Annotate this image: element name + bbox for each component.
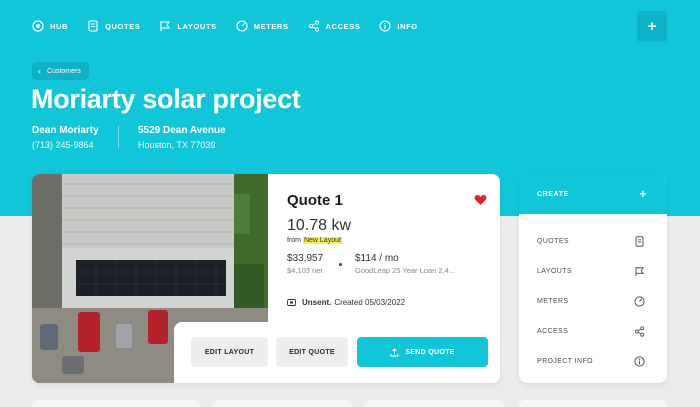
create-header[interactable]: CREATE +	[519, 174, 667, 214]
nav-item-label: QUOTES	[105, 21, 141, 31]
nav-item-label: ACCESS	[325, 21, 361, 31]
create-item-label: METERS	[537, 297, 569, 305]
edit-layout-button[interactable]: EDIT LAYOUT	[191, 337, 268, 367]
flag-icon	[635, 266, 644, 276]
info-icon	[634, 355, 645, 367]
create-item-quotes[interactable]: QUOTES	[519, 226, 667, 256]
breadcrumb-label: Customers	[47, 67, 81, 75]
flag-icon	[160, 21, 171, 31]
quote-title: Quote 1	[287, 192, 343, 209]
nav-item-layouts[interactable]: LAYOUTS	[159, 18, 216, 34]
send-quote-button[interactable]: SEND QUOTE	[357, 337, 488, 367]
contact-divider	[118, 126, 119, 148]
chevron-left-icon: ‹	[38, 66, 41, 76]
customer-address: 5529 Dean Avenue Houston, TX 77039	[138, 125, 226, 150]
mail-icon	[287, 299, 296, 306]
add-button[interactable]: +	[637, 11, 667, 41]
address-line2: Houston, TX 77039	[138, 140, 216, 150]
nav-item-access[interactable]: ACCESS	[308, 18, 361, 34]
separator-dot	[339, 263, 342, 266]
send-quote-label: SEND QUOTE	[405, 348, 455, 356]
next-card-placeholder	[519, 400, 667, 407]
monthly-payment: $114 / mo	[355, 253, 399, 264]
nav-item-label: INFO	[397, 21, 418, 31]
next-card-placeholder	[32, 400, 200, 407]
plus-icon: +	[639, 187, 647, 201]
nav-item-label: METERS	[253, 21, 289, 31]
quote-financing: $114 / mo GoodLeap 25 Year Loan 2.4...	[355, 253, 455, 275]
top-nav: HUB QUOTES LAYOUTS METERS ACCESS INFO	[32, 18, 437, 34]
create-item-access[interactable]: ACCESS	[519, 316, 667, 346]
create-item-label: LAYOUTS	[537, 267, 572, 275]
upload-icon	[390, 347, 399, 356]
price-net: $4,103 net	[287, 266, 323, 275]
status-badge: Unsent.	[302, 298, 332, 307]
hub-icon	[32, 20, 44, 32]
heart-icon[interactable]	[474, 194, 487, 206]
create-item-label: ACCESS	[537, 327, 569, 335]
nav-item-meters[interactable]: METERS	[236, 18, 289, 34]
create-list: QUOTES LAYOUTS METERS ACCESS PROJECT INF…	[519, 214, 667, 376]
quote-price: $33,957 $4,103 net	[287, 253, 323, 275]
edit-quote-button[interactable]: EDIT QUOTE	[276, 337, 348, 367]
info-icon	[379, 20, 391, 32]
customer-contact: Dean Moriarty (713) 245-9864	[32, 125, 99, 150]
create-title: CREATE	[537, 190, 569, 198]
share-icon	[308, 20, 319, 32]
nav-item-label: LAYOUTS	[177, 21, 217, 31]
nav-item-label: HUB	[50, 21, 69, 31]
create-item-label: QUOTES	[537, 237, 569, 245]
quote-status: Unsent. Created 05/03/2022	[287, 298, 405, 307]
gauge-icon	[634, 295, 645, 307]
from-label: from	[287, 237, 301, 244]
address-line1: 5529 Dean Avenue	[138, 125, 226, 136]
customer-name: Dean Moriarty	[32, 125, 99, 136]
price-total: $33,957	[287, 253, 324, 264]
document-icon	[635, 235, 644, 247]
next-card-placeholder	[364, 400, 504, 407]
created-date: Created 05/03/2022	[334, 298, 406, 307]
nav-item-info[interactable]: INFO	[379, 18, 417, 34]
system-size: 10.78 kw	[287, 217, 352, 234]
create-item-meters[interactable]: METERS	[519, 286, 667, 316]
next-card-placeholder	[212, 400, 352, 407]
nav-item-hub[interactable]: HUB	[32, 18, 68, 34]
create-item-project-info[interactable]: PROJECT INFO	[519, 346, 667, 376]
page-title: Moriarty solar project	[31, 84, 301, 114]
customer-phone: (713) 245-9864	[32, 140, 94, 150]
document-icon	[88, 20, 98, 32]
gauge-icon	[236, 20, 248, 32]
create-item-layouts[interactable]: LAYOUTS	[519, 256, 667, 286]
create-item-label: PROJECT INFO	[537, 357, 594, 365]
loan-name: GoodLeap 25 Year Loan 2.4...	[355, 266, 456, 275]
breadcrumb-back-button[interactable]: ‹ Customers	[32, 62, 89, 80]
create-menu: CREATE + QUOTES LAYOUTS METERS ACCESS PR…	[519, 174, 667, 383]
nav-item-quotes[interactable]: QUOTES	[87, 18, 140, 34]
layout-source: from New Layout	[287, 237, 342, 244]
share-icon	[634, 325, 645, 337]
layout-link[interactable]: New Layout	[302, 237, 342, 244]
